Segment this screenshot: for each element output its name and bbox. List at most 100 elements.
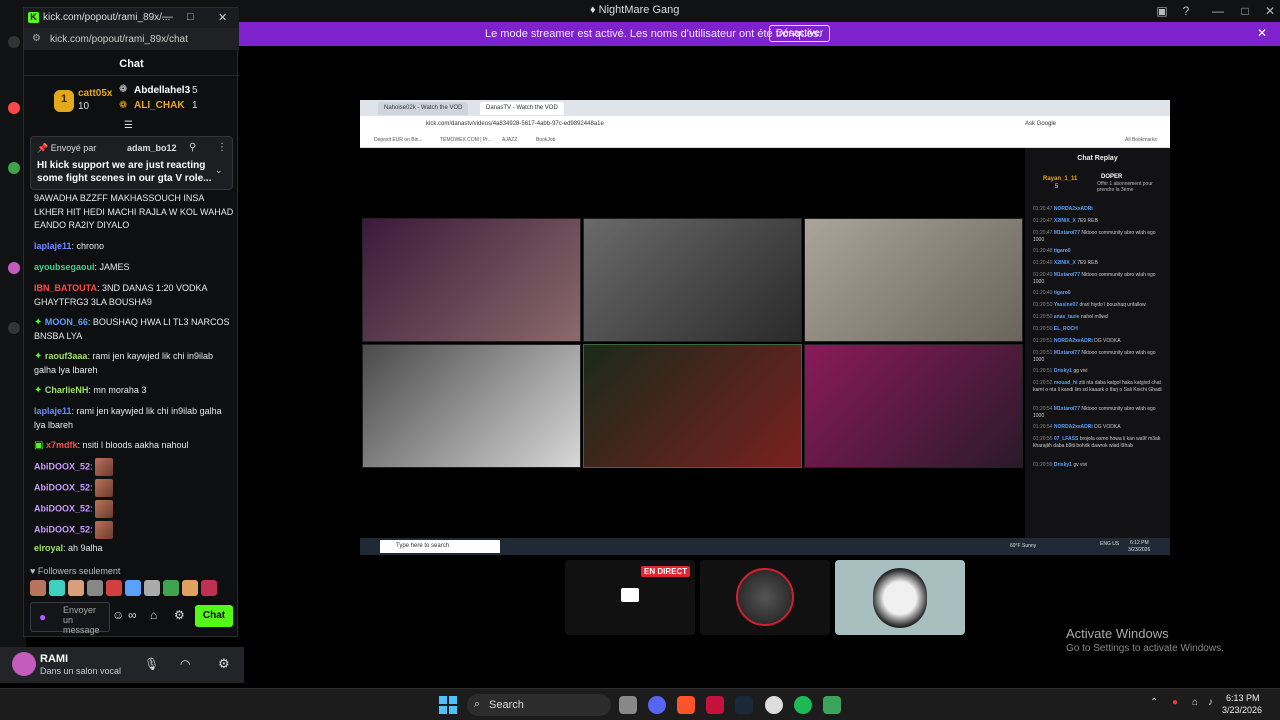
- chevron-up-icon[interactable]: ⌃: [1150, 697, 1158, 708]
- volume-icon[interactable]: ♪: [1208, 697, 1213, 708]
- emote[interactable]: [201, 580, 217, 596]
- clock-time[interactable]: 6:13 PM: [1226, 693, 1260, 703]
- chat-username[interactable]: AbiDOOX_52: [34, 524, 90, 534]
- kick-url[interactable]: kick.com/popout/rami_89x/chat: [50, 34, 188, 45]
- chat-username[interactable]: AbiDOOX_52: [34, 461, 90, 471]
- expand-icon[interactable]: ☰: [124, 120, 133, 131]
- chat-username[interactable]: IBN_BATOUTA: [34, 283, 97, 293]
- emote[interactable]: [30, 580, 46, 596]
- voice-status: Dans un salon vocal: [40, 666, 122, 676]
- bookmark[interactable]: BookJob: [536, 137, 555, 143]
- chrome-app-icon[interactable]: [765, 696, 783, 714]
- bookmark[interactable]: Deposit EUR on Bin...: [374, 137, 423, 143]
- chat-username[interactable]: CharlieNH: [45, 385, 89, 395]
- replay-time: 01:20:47: [1033, 230, 1053, 236]
- clock-date[interactable]: 3/23/2026: [1222, 705, 1262, 715]
- all-bookmarks[interactable]: All Bookmarks: [1125, 137, 1157, 143]
- participant-tile[interactable]: [835, 560, 965, 635]
- emote[interactable]: [163, 580, 179, 596]
- user-name[interactable]: RAMI: [40, 653, 68, 665]
- server-icon[interactable]: [8, 102, 20, 114]
- pin-icon[interactable]: ⚲: [189, 142, 196, 153]
- notice-close-icon[interactable]: ✕: [1257, 26, 1267, 40]
- steam-app-icon[interactable]: [735, 696, 753, 714]
- maximize-icon[interactable]: □: [187, 11, 194, 23]
- link-icon[interactable]: ∞: [128, 608, 137, 622]
- more-options-icon[interactable]: ⋮: [217, 142, 227, 153]
- server-icon[interactable]: [8, 36, 20, 48]
- emote-picker-icon[interactable]: ☺: [112, 608, 124, 622]
- microphone-icon[interactable]: 🎙: [144, 657, 159, 671]
- chat-message: ▣ x7mdfk: nsiti l bloods aakha nahoul: [34, 440, 189, 451]
- kick-logo-icon: K: [28, 12, 39, 23]
- screen-share-tile[interactable]: EN DIRECT: [565, 560, 695, 635]
- chat-username[interactable]: raouf3aaa: [45, 351, 88, 361]
- avatar[interactable]: [12, 652, 36, 676]
- store-icon[interactable]: ⌂: [150, 608, 157, 622]
- close-icon[interactable]: ✕: [218, 11, 227, 24]
- bookmark[interactable]: AJAZZ: [502, 137, 517, 143]
- chat-username[interactable]: x7mdfk: [46, 440, 78, 450]
- emote[interactable]: [182, 580, 198, 596]
- chat-username[interactable]: MOON_66: [45, 317, 88, 327]
- video-player[interactable]: [360, 148, 1025, 538]
- replay-line: 01:20:49 tigaro0: [1033, 290, 1165, 297]
- app-icon[interactable]: [823, 696, 841, 714]
- taskbar-search[interactable]: ⌕ Search: [467, 694, 611, 716]
- task-view-icon[interactable]: [619, 696, 637, 714]
- ask-google-button[interactable]: Ask Google: [1025, 121, 1056, 127]
- browser-tab[interactable]: Nahoise02k - Watch the VOD: [378, 102, 469, 115]
- chat-message: AbiDOOX_52:: [34, 521, 234, 539]
- emote[interactable]: [68, 580, 84, 596]
- replay-time: 01:20:50: [1033, 302, 1053, 308]
- minimize-icon[interactable]: —: [1210, 3, 1226, 19]
- chat-username[interactable]: laplaje11: [34, 406, 72, 416]
- headphones-icon[interactable]: ◠: [180, 657, 190, 671]
- chat-username[interactable]: elroyal: [34, 543, 63, 553]
- replay-line: 01:20:48 tigaro0: [1033, 248, 1165, 255]
- gear-icon[interactable]: ⚙: [218, 656, 230, 672]
- browser-url[interactable]: kick.com/danastv/videos/4a834928-5617-4a…: [426, 121, 604, 127]
- settings-icon[interactable]: ⚙: [174, 608, 185, 622]
- close-icon[interactable]: ✕: [1262, 3, 1278, 19]
- network-icon[interactable]: ⌂: [1192, 697, 1198, 708]
- chat-input[interactable]: ● Envoyer un message: [30, 602, 110, 635]
- chat-username[interactable]: ayoubsegaoui: [34, 262, 95, 272]
- emote[interactable]: [106, 580, 122, 596]
- gifter-name[interactable]: Abdellahel3: [134, 85, 190, 96]
- participant-tile[interactable]: [700, 560, 830, 635]
- microphone-icon[interactable]: ●: [39, 610, 46, 624]
- gifter-name[interactable]: ALI_CHAK: [134, 100, 185, 111]
- inbox-icon[interactable]: ▣: [1154, 3, 1170, 19]
- gifter-count: 5: [192, 85, 198, 96]
- chat-username[interactable]: AbiDOOX_52: [34, 503, 90, 513]
- emote[interactable]: [49, 580, 65, 596]
- site-settings-icon[interactable]: ⚙: [32, 33, 41, 44]
- chat-send-button[interactable]: Chat: [195, 605, 233, 627]
- windows-start-icon[interactable]: [439, 696, 457, 714]
- maximize-icon[interactable]: □: [1237, 3, 1253, 19]
- app-icon[interactable]: [706, 696, 724, 714]
- disable-streamer-mode-button[interactable]: Désactiver: [769, 25, 831, 42]
- chat-header: Chat: [24, 50, 239, 76]
- emote[interactable]: [125, 580, 141, 596]
- server-icon[interactable]: [8, 322, 20, 334]
- microphone-icon[interactable]: ●: [1172, 697, 1178, 708]
- bookmark[interactable]: TEMOWEX.COM | Pr...: [440, 137, 492, 143]
- minimize-icon[interactable]: —: [162, 11, 173, 23]
- help-icon[interactable]: ?: [1178, 3, 1194, 19]
- chat-username[interactable]: AbiDOOX_52: [34, 482, 90, 492]
- spotify-app-icon[interactable]: [794, 696, 812, 714]
- discord-app-icon[interactable]: [648, 696, 666, 714]
- server-icon[interactable]: [8, 162, 20, 174]
- chat-username[interactable]: laplaje11: [34, 241, 72, 251]
- server-icon[interactable]: [8, 262, 20, 274]
- emote[interactable]: [87, 580, 103, 596]
- pinned-user[interactable]: adam_bo12: [127, 143, 177, 153]
- emote[interactable]: [144, 580, 160, 596]
- chevron-down-icon[interactable]: ⌄: [215, 165, 223, 176]
- gifter-name[interactable]: catt05x: [78, 88, 112, 99]
- browser-tab[interactable]: DanasTV - Watch the VOD: [480, 102, 564, 115]
- avatar: [736, 568, 794, 626]
- brave-app-icon[interactable]: [677, 696, 695, 714]
